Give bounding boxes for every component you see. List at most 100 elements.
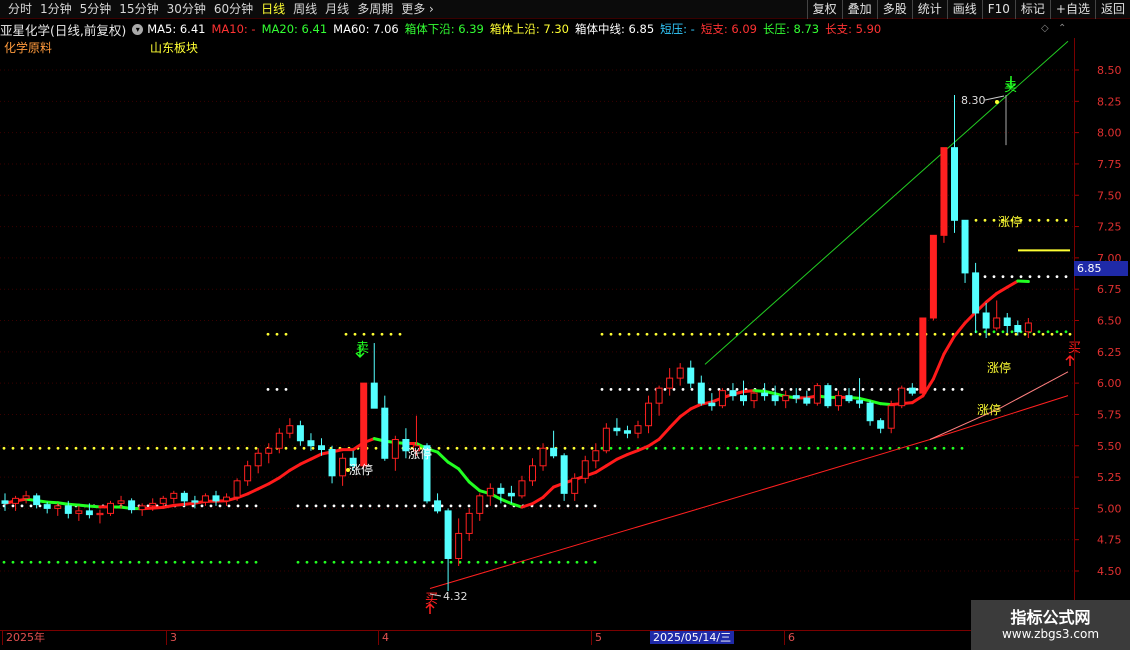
- candle-body: [85, 510, 93, 516]
- tool-button[interactable]: 标记: [1014, 0, 1050, 19]
- box-top-dot: [708, 332, 712, 336]
- high-dot: [995, 100, 999, 104]
- limit-up-label: 涨停: [408, 446, 432, 461]
- box-top-dot: [209, 446, 213, 450]
- ma-segment: [161, 503, 176, 509]
- box-top-dot: [581, 446, 585, 450]
- price-axis-labels: 8.508.258.007.757.507.257.006.756.506.25…: [1074, 64, 1122, 578]
- candle-body: [33, 495, 41, 506]
- candle-body: [887, 405, 895, 429]
- period-tab[interactable]: 日线: [257, 2, 289, 17]
- candle-body: [845, 395, 853, 402]
- period-tab[interactable]: 15分钟: [115, 2, 162, 17]
- y-tick-label: 8.00: [1097, 127, 1122, 140]
- tool-button[interactable]: 叠加: [841, 0, 877, 19]
- period-tab[interactable]: 30分钟: [163, 2, 210, 17]
- ma-segment: [56, 501, 70, 506]
- sector-tag[interactable]: 化学原料: [4, 39, 52, 56]
- box-bottom-dot: [137, 560, 141, 564]
- box-top-dot: [627, 332, 631, 336]
- indicator-value: 长支: 5.90: [825, 22, 882, 36]
- box-mid-dot: [1010, 275, 1014, 279]
- tool-button[interactable]: 统计: [911, 0, 947, 19]
- candle-body: [581, 460, 589, 479]
- box-top-dot: [753, 332, 757, 336]
- candle-body: [149, 502, 157, 507]
- period-tab[interactable]: 分时: [4, 2, 36, 17]
- period-tab[interactable]: 1分钟: [36, 2, 76, 17]
- y-tick-label: 8.25: [1097, 95, 1122, 108]
- box-top-dot: [681, 332, 685, 336]
- kline-chart[interactable]: 涨停涨停涨停涨停涨停卖卖买买8.304.32 8.508.258.007.757…: [0, 0, 1130, 650]
- box-mid-dot: [690, 387, 694, 391]
- box-mid-dot: [879, 387, 883, 391]
- box-bottom-dot: [960, 446, 964, 450]
- box-bottom-dot: [20, 560, 24, 564]
- candle-body: [602, 427, 610, 452]
- box-bottom-dot: [191, 560, 195, 564]
- dropdown-icon[interactable]: ▾: [132, 23, 144, 35]
- y-tick-label: 6.50: [1097, 315, 1122, 328]
- region-tag[interactable]: 山东板块: [150, 39, 198, 56]
- tool-button[interactable]: +自选: [1049, 0, 1095, 19]
- box-top-dot: [780, 332, 784, 336]
- box-bottom-dot: [404, 560, 408, 564]
- candle-body: [834, 395, 842, 407]
- box-top-dot: [218, 446, 222, 450]
- indicator-bar: 亚星化学(日线,前复权) ▾ MA5: 6.41 MA10: - MA20: 6.4…: [0, 20, 887, 38]
- candle-body: [233, 480, 241, 498]
- box-mid-dot: [1001, 275, 1005, 279]
- box-top-dot: [437, 446, 441, 450]
- box-mid-dot: [332, 504, 336, 508]
- box-top-dot: [464, 446, 468, 450]
- box-bottom-dot: [218, 560, 222, 564]
- box-bottom-dot: [915, 446, 919, 450]
- period-tab[interactable]: 周线: [289, 2, 321, 17]
- box-top-dot: [861, 332, 865, 336]
- box-top-dot: [284, 446, 288, 450]
- candle-body: [434, 500, 442, 512]
- box-bottom-dot: [699, 446, 703, 450]
- candle-body: [212, 495, 220, 502]
- period-tab[interactable]: 60分钟: [210, 2, 257, 17]
- period-tab[interactable]: 多周期: [353, 2, 397, 17]
- y-tick-label: 7.50: [1097, 189, 1122, 202]
- box-mid-dot: [983, 275, 987, 279]
- candle-body: [866, 402, 874, 422]
- candle-body: [159, 497, 167, 504]
- candle-body: [486, 487, 494, 497]
- box-bottom-dot: [413, 560, 417, 564]
- period-tab[interactable]: 更多 ›: [397, 2, 438, 17]
- candle-body: [982, 312, 990, 329]
- ma-segment: [689, 402, 703, 411]
- candle-body: [1014, 325, 1022, 333]
- box-mid-dot: [266, 387, 270, 391]
- box-bottom-dot: [128, 560, 132, 564]
- ma-segment: [256, 482, 271, 491]
- tool-button[interactable]: F10: [981, 0, 1015, 19]
- tool-button[interactable]: 画线: [946, 0, 982, 19]
- box-bottom-dot: [296, 560, 300, 564]
- box-mid-dot: [942, 387, 946, 391]
- tool-button[interactable]: 多股: [876, 0, 912, 19]
- ma-segment: [910, 394, 925, 405]
- box-top-dot: [1050, 332, 1054, 336]
- box-mid-dot: [780, 387, 784, 391]
- box-bottom-dot: [341, 560, 345, 564]
- box-top-dot: [816, 332, 820, 336]
- stock-name[interactable]: 亚星化学(日线,前复权): [0, 20, 126, 39]
- collapse-icon[interactable]: ⌃: [1058, 23, 1066, 34]
- ma-segment: [594, 464, 608, 474]
- tool-button[interactable]: 复权: [806, 0, 842, 19]
- period-tab[interactable]: 月线: [321, 2, 353, 17]
- box-bottom-dot: [467, 560, 471, 564]
- date-tick: 6: [784, 631, 795, 645]
- diamond-icon[interactable]: ◇: [1041, 23, 1049, 34]
- box-mid-dot: [852, 387, 856, 391]
- period-tab[interactable]: 5分钟: [76, 2, 116, 17]
- candle-body: [529, 465, 536, 482]
- box-bottom-dot: [173, 560, 177, 564]
- box-bottom-dot: [807, 446, 811, 450]
- box-bottom-dot: [609, 446, 613, 450]
- tool-button[interactable]: 返回: [1094, 0, 1130, 19]
